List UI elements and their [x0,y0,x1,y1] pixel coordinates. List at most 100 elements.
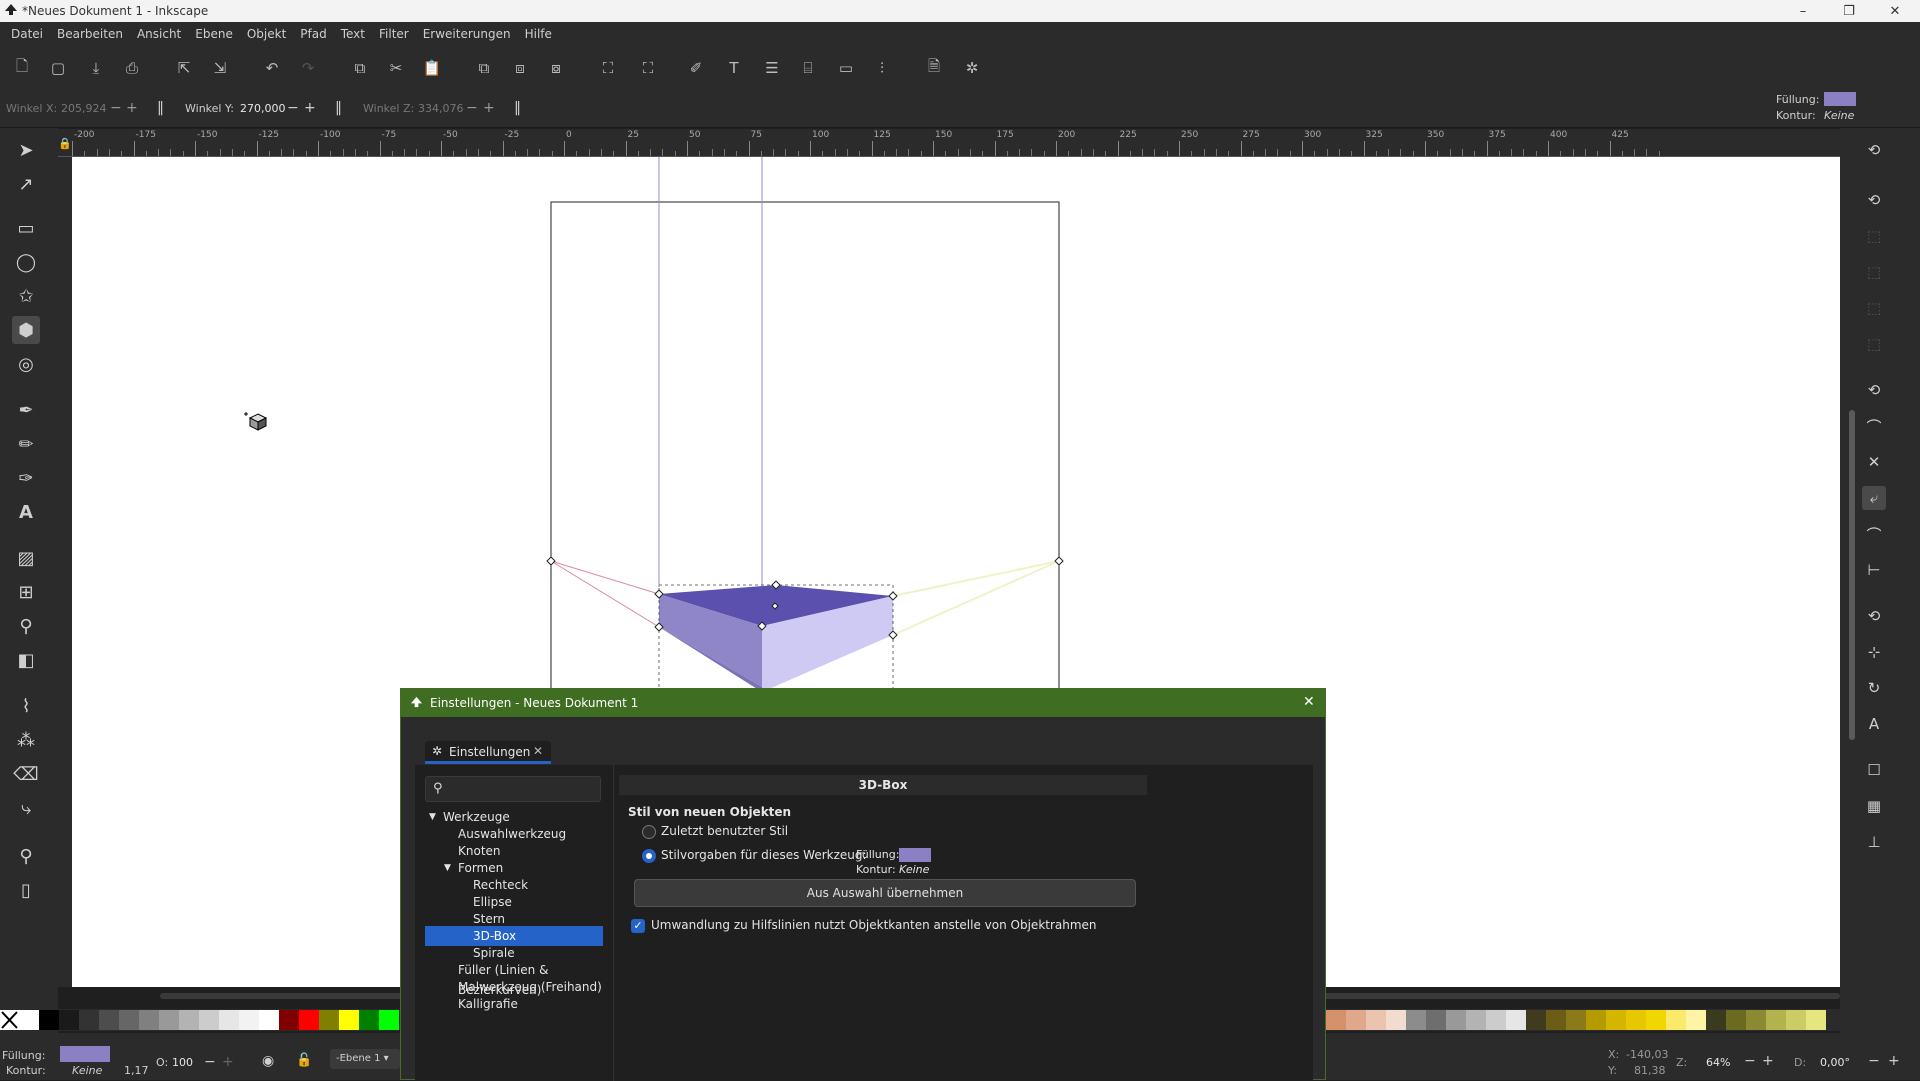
angle-z-minus-icon[interactable]: − [466,100,478,116]
opacity-plus-icon[interactable]: + [222,1054,234,1070]
palette-swatch[interactable] [1386,1010,1406,1030]
close-window-button[interactable]: ✕ [1872,0,1918,22]
palette-swatch[interactable] [1446,1010,1466,1030]
palette-swatch[interactable] [1566,1010,1586,1030]
style-fill-swatch[interactable] [1824,92,1856,106]
import-icon[interactable]: ⇱ [172,56,196,80]
palette-swatch[interactable] [179,1010,199,1030]
palette-swatch[interactable] [1686,1010,1706,1030]
snap-guides-icon[interactable]: ⊥ [1862,830,1886,854]
redo-icon[interactable]: ↷ [296,56,320,80]
snap-bbox-centers-icon[interactable]: ⬚ [1862,332,1886,356]
pencil-tool-icon[interactable]: ✏ [12,430,40,458]
snap-bbox-corners-icon[interactable]: ⬚ [1862,260,1886,284]
take-from-selection-button[interactable]: Aus Auswahl übernehmen [634,879,1136,907]
palette-swatch[interactable] [1666,1010,1686,1030]
dropper-tool-icon[interactable]: ⚲ [12,612,40,640]
copy-icon[interactable]: ⧉ [348,56,372,80]
vp-x-state-icon[interactable]: ‖ [157,100,164,116]
angle-y-minus-icon[interactable]: − [287,100,299,116]
angle-y-input[interactable]: 270,000 [240,102,286,115]
pen-tool-icon[interactable]: ✒ [12,396,40,424]
palette-swatch[interactable] [1626,1010,1646,1030]
measure-tool-icon[interactable]: ▯ [12,876,40,904]
undo-icon[interactable]: ↶ [260,56,284,80]
palette-swatch[interactable] [279,1010,299,1030]
palette-swatch[interactable] [1506,1010,1526,1030]
layer-dropdown[interactable]: -Ebene 1 ▾ [330,1049,400,1069]
print-icon[interactable]: ⎙ [120,56,144,80]
fill-stroke-icon[interactable]: ✐ [684,56,708,80]
vp-y-state-icon[interactable]: ‖ [335,100,342,116]
gradient-tool-icon[interactable]: ▨ [12,544,40,572]
palette-swatch[interactable] [79,1010,99,1030]
menu-hilfe[interactable]: Hilfe [518,27,559,41]
clone-icon[interactable]: ⧈ [508,56,532,80]
palette-swatch[interactable] [39,1010,59,1030]
opacity-minus-icon[interactable]: − [204,1054,216,1070]
tab-close-icon[interactable]: ✕ [533,744,543,758]
snap-midpoints-icon[interactable]: ⊢ [1862,558,1886,582]
palette-swatch[interactable] [1466,1010,1486,1030]
snap-bbox-edges-icon[interactable]: ⬚ [1862,224,1886,248]
angle-z-input[interactable]: 334,076 [418,102,464,115]
tab-einstellungen[interactable]: ✲ Einstellungen ✕ [425,741,551,764]
snap-others-icon[interactable]: ⟲ [1862,604,1886,628]
rotation-minus-icon[interactable]: − [1868,1053,1880,1069]
new-document-icon[interactable]: 🗋 [10,56,34,80]
layer-visibility-icon[interactable]: ◉ [262,1053,274,1069]
rotation-plus-icon[interactable]: + [1888,1053,1900,1069]
ungroup-icon[interactable]: ⛶ [636,56,660,80]
palette-swatch[interactable] [1486,1010,1506,1030]
preferences-icon[interactable]: ✲ [960,56,984,80]
menu-text[interactable]: Text [334,27,372,41]
palette-swatch[interactable] [219,1010,239,1030]
palette-swatch[interactable] [319,1010,339,1030]
dialog-close-icon[interactable]: ✕ [1303,694,1315,710]
palette-swatch[interactable] [379,1010,399,1030]
palette-swatch[interactable] [1706,1010,1726,1030]
palette-swatch[interactable] [1606,1010,1626,1030]
guides-checkbox[interactable]: ✓ [631,919,645,933]
tree-item-kalligrafie[interactable]: Kalligrafie [458,994,518,1014]
snap-intersections-icon[interactable]: ✕ [1862,450,1886,474]
menu-objekt[interactable]: Objekt [240,27,293,41]
export-icon[interactable]: ⇲ [208,56,232,80]
snap-bbox-midpoints-icon[interactable]: ⬚ [1862,296,1886,320]
angle-z-plus-icon[interactable]: + [483,100,495,116]
zoom-input[interactable]: 64% [1706,1056,1730,1069]
menu-erweiterungen[interactable]: Erweiterungen [416,27,518,41]
palette-swatch[interactable] [1406,1010,1426,1030]
connector-tool-icon[interactable]: ⤷ [12,794,40,822]
text-tool-icon[interactable]: A [12,498,40,526]
snap-page-border-icon[interactable]: ☐ [1862,758,1886,782]
angle-x-plus-icon[interactable]: + [126,100,138,116]
snap-grid-icon[interactable]: ▦ [1862,794,1886,818]
no-paint-swatch[interactable] [0,1010,19,1030]
minimize-button[interactable]: – [1780,0,1826,22]
vertical-scrollbar[interactable] [1849,410,1855,740]
status-stroke-width[interactable]: 1,17 [124,1064,149,1077]
palette-swatch[interactable] [1786,1010,1806,1030]
zoom-minus-icon[interactable]: − [1744,1053,1756,1069]
angle-y-plus-icon[interactable]: + [304,100,316,116]
status-opacity-input[interactable]: 100 [172,1056,193,1069]
own-fill-swatch[interactable] [899,848,931,862]
palette-swatch[interactable] [1746,1010,1766,1030]
duplicate-icon[interactable]: ⧉ [472,56,496,80]
palette-swatch[interactable] [1806,1010,1826,1030]
xml-editor-icon[interactable]: ⌸ [796,56,820,80]
preferences-search-input[interactable]: ⚲ [425,776,601,802]
cut-icon[interactable]: ✂ [384,56,408,80]
spiral-tool-icon[interactable]: ◎ [12,350,40,378]
snap-cusp-nodes-icon[interactable]: ⤶ [1862,486,1886,510]
angle-x-input[interactable]: 205,924 [61,102,107,115]
palette-swatch[interactable] [259,1010,279,1030]
palette-swatch[interactable] [1426,1010,1446,1030]
layer-lock-icon[interactable]: 🔓 [296,1053,312,1068]
radio-last-used[interactable] [642,825,656,839]
snap-bbox-icon[interactable]: ⟲ [1862,188,1886,212]
palette-swatch[interactable] [1366,1010,1386,1030]
palette-swatch[interactable] [119,1010,139,1030]
palette-swatch[interactable] [19,1010,39,1030]
